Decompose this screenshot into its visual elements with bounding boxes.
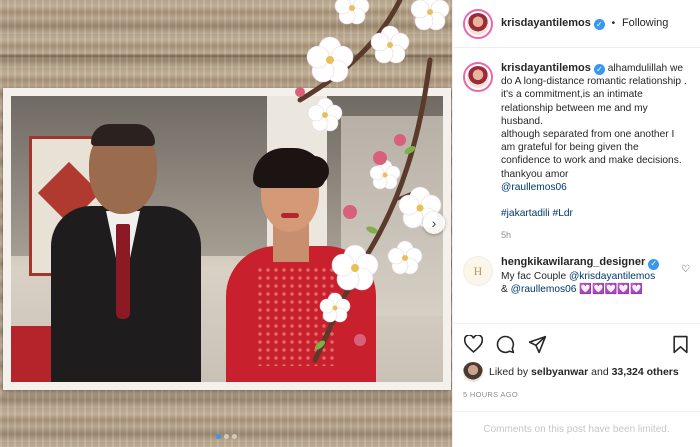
- liker-username[interactable]: selbyanwar: [531, 366, 588, 378]
- post-side-panel: krisdayantilemos ✓ • Following krisdayant…: [452, 0, 700, 447]
- comment-text: My fac Couple: [501, 270, 569, 282]
- verified-badge-icon: ✓: [648, 258, 660, 270]
- caption-body: krisdayantilemos ✓ alhamdulillah we do A …: [501, 62, 688, 242]
- liker-avatar[interactable]: [463, 362, 483, 382]
- caption-avatar[interactable]: [463, 62, 493, 92]
- couple-photo: [11, 96, 443, 382]
- comments-limited-notice: Comments on this post have been limited.: [453, 411, 700, 447]
- comment-body: hengkikawilarang_designer ✓ My fac Couple…: [501, 256, 671, 296]
- caption-username[interactable]: krisdayantilemos: [501, 62, 591, 74]
- author-username[interactable]: krisdayantilemos: [501, 17, 591, 29]
- likes-and: and: [588, 366, 612, 378]
- man-tie: [116, 224, 130, 319]
- post-actions: Liked by selbyanwar and 33,324 others 5 …: [453, 323, 700, 399]
- mention-link[interactable]: @krisdayantilemos: [569, 271, 655, 282]
- verified-badge-icon: ✓: [593, 19, 605, 30]
- verified-badge-icon: ✓: [593, 64, 605, 76]
- kebaya-lace: [256, 266, 336, 366]
- share-paper-plane-icon[interactable]: [527, 334, 547, 354]
- caption-timestamp[interactable]: 5h: [501, 229, 688, 242]
- caption-line-2: it's a commitment,is an intimate relatio…: [501, 89, 648, 127]
- carousel-next-button[interactable]: ›: [423, 212, 445, 234]
- post-caption: krisdayantilemos ✓ alhamdulillah we do A …: [463, 62, 688, 242]
- woman-hair-bun: [299, 156, 329, 186]
- post-media[interactable]: ›: [0, 0, 452, 447]
- post-timestamp[interactable]: 5 HOURS AGO: [463, 390, 690, 399]
- carousel-dot-active: [215, 434, 221, 439]
- caption-line-3: although separated from one another I am…: [501, 129, 682, 167]
- hashtag-link[interactable]: #jakartadili: [501, 208, 550, 219]
- mention-link[interactable]: @raullemos06: [501, 181, 688, 194]
- action-icons: [463, 330, 690, 358]
- following-button[interactable]: Following: [622, 17, 668, 29]
- comments-fade: [453, 313, 700, 323]
- like-heart-icon[interactable]: [463, 334, 483, 354]
- header-separator: •: [611, 18, 616, 29]
- comments-section: krisdayantilemos ✓ alhamdulillah we do A …: [453, 48, 700, 323]
- carousel-dot: [223, 434, 229, 439]
- author-avatar[interactable]: [463, 8, 493, 39]
- man-hair: [91, 124, 155, 146]
- carousel-indicator: [0, 434, 452, 439]
- woman-lips: [281, 213, 299, 218]
- hashtag-link[interactable]: #Ldr: [553, 208, 573, 219]
- comment-item: H hengkikawilarang_designer ✓ My fac Coup…: [463, 256, 690, 296]
- mention-link[interactable]: @raullemos06: [511, 284, 577, 295]
- likes-text: Liked by selbyanwar and 33,324 others: [489, 366, 679, 378]
- likes-prefix: Liked by: [489, 366, 532, 378]
- save-bookmark-icon[interactable]: [670, 334, 690, 354]
- photo-frame: [3, 88, 451, 390]
- comment-text-cont: &: [501, 283, 511, 295]
- caption-line-4: thankyou amor: [501, 168, 569, 180]
- commenter-username[interactable]: hengkikawilarang_designer: [501, 256, 645, 268]
- instagram-post: › krisdayantilemos ✓ • Following krisdaya…: [0, 0, 700, 447]
- carousel-dot: [231, 434, 237, 439]
- likes-summary: Liked by selbyanwar and 33,324 others: [463, 362, 690, 382]
- likes-count[interactable]: 33,324 others: [612, 366, 679, 378]
- post-header: krisdayantilemos ✓ • Following: [453, 0, 700, 48]
- comment-bubble-icon[interactable]: [495, 334, 515, 354]
- comment-like-heart-icon[interactable]: ♡: [681, 264, 690, 275]
- commenter-avatar[interactable]: H: [463, 256, 493, 287]
- hashtag-row: #jakartadili #Ldr: [501, 207, 688, 220]
- comment-emojis: 💟💟💟💟💟: [579, 283, 643, 295]
- chevron-right-icon: ›: [431, 215, 437, 231]
- header-text: krisdayantilemos ✓ • Following: [501, 17, 668, 30]
